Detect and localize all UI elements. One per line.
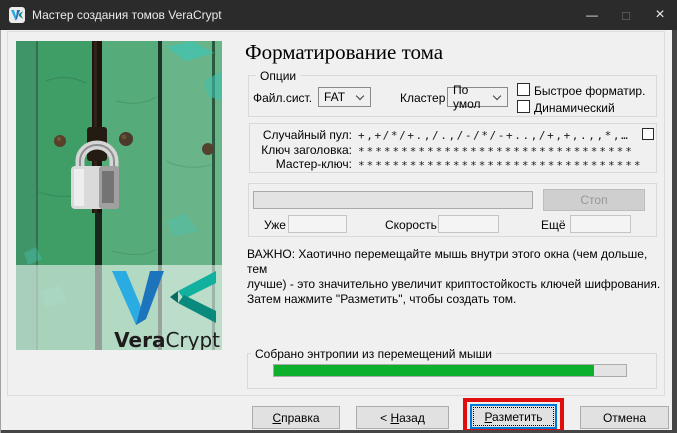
display-pool-checkbox[interactable] [642,128,654,140]
chevron-down-icon [492,91,502,100]
master-key-value: ********************************* [358,159,643,172]
header-key-value: ******************************** [358,145,634,158]
stop-button[interactable]: Стоп [543,189,645,211]
close-button[interactable]: × [643,0,677,30]
help-button[interactable]: Справка [252,406,340,429]
maximize-button: □ [609,0,643,30]
veracrypt-logo-wordmark: VeraCrypt [102,328,220,350]
cancel-button[interactable]: Отмена [580,406,669,429]
veracrypt-app-icon [9,7,25,23]
cluster-dropdown[interactable]: По умол [447,83,508,111]
page-title: Форматирование тома [245,40,444,64]
maximize-icon: □ [622,7,630,23]
minimize-button[interactable]: — [575,0,609,30]
format-progress-bar [253,191,533,209]
back-button[interactable]: < Назад [356,406,449,429]
window-title: Мастер создания томов VeraCrypt [32,8,222,22]
cluster-value: По умол [453,83,481,111]
quick-format-checkbox[interactable] [517,83,530,96]
entropy-bar [273,364,627,377]
minimize-icon: — [586,8,598,22]
left-label: Ещё [541,218,566,232]
master-key-label: Мастер-ключ: [275,157,352,171]
filesystem-label: Файл.сист. [253,91,313,105]
help-button-label: Справка [272,410,320,425]
quick-format-label: Быстрое форматир. [534,84,646,98]
speed-label: Скорость [385,218,437,232]
header-key-label: Ключ заголовка: [261,143,352,157]
done-label: Уже [264,218,286,232]
dynamic-label: Динамический [534,101,615,115]
veracrypt-banner-image: VeraCrypt [16,41,222,350]
filesystem-value: FAT [324,90,346,104]
done-field [288,215,347,233]
close-icon: × [655,6,665,23]
entropy-bar-fill [274,365,595,376]
left-field [570,215,631,233]
notice-line-3: Затем нажмите "Разметить", чтобы создать… [247,292,517,306]
dynamic-checkbox[interactable] [517,100,530,113]
options-group-label: Опции [256,69,301,83]
cluster-label: Кластер [400,91,446,105]
filesystem-dropdown[interactable]: FAT [318,87,371,107]
random-pool-label: Случайный пул: [262,128,352,142]
logo-crypt: Crypt [165,328,220,350]
window-edge-right [672,30,677,433]
stop-button-label: Стоп [580,193,608,207]
chevron-down-icon [355,91,365,100]
speed-field [438,215,499,233]
title-bar: Мастер создания томов VeraCrypt — □ × [0,0,677,30]
padlock-door-photo [16,41,222,350]
entropy-group-label: Собрано энтропии из перемещений мыши [251,347,496,361]
back-button-label: < Назад [380,410,425,425]
veracrypt-wizard-window: Мастер создания томов VeraCrypt — □ × Ve… [0,0,677,433]
logo-vera: Vera [114,328,166,350]
cancel-button-label: Отмена [602,410,647,425]
red-highlight-annotation [463,398,564,433]
random-pool-value: +,+/*/+.,/.,/-/*/-+..,/+,+,.,,*,… [358,129,630,142]
important-notice: ВАЖНО: Хаотично перемещайте мышь внутри … [247,247,661,307]
notice-line-1: ВАЖНО: Хаотично перемещайте мышь внутри … [247,247,648,276]
notice-line-2: лучше) - это значительно увеличит крипто… [247,277,661,291]
window-edge-left [0,30,1,433]
